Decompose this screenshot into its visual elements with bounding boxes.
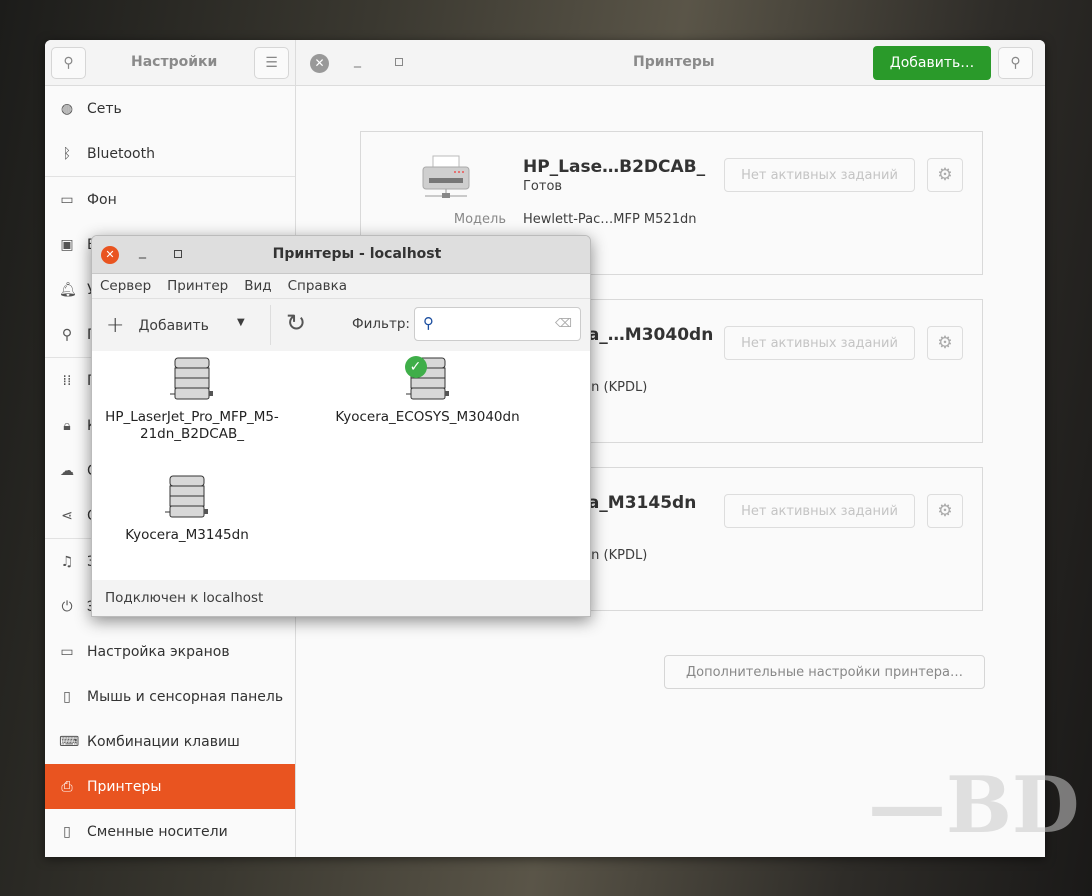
printer-settings-button[interactable]: ⚙: [927, 494, 963, 528]
sidebar-item-label: Сеть: [87, 100, 122, 117]
printer-item[interactable]: ✓ Kyocera_ECOSYS_M3040dn: [330, 356, 525, 426]
sidebar-item[interactable]: ◍ Сеть: [45, 86, 295, 131]
printer-item-name: Kyocera_M3145dn: [125, 527, 249, 543]
add-button[interactable]: + Добавить: [106, 313, 209, 338]
search-icon: ⚲: [423, 314, 434, 332]
printer-name: HP_Lase…B2DCAB_: [523, 157, 706, 177]
mouse-icon: ▯: [63, 688, 71, 705]
menu-item[interactable]: Принтер: [167, 278, 228, 294]
sidebar-item-label: Bluetooth: [87, 145, 155, 162]
sidebar-item[interactable]: ▭ Фон: [45, 177, 295, 222]
settings-title: Настройки: [131, 54, 218, 70]
add-printer-button[interactable]: Добавить…: [873, 46, 991, 80]
panel-header: ✕ _ Принтеры Добавить… ⚲: [296, 40, 1045, 86]
gear-icon: ⚙: [937, 333, 953, 353]
appearance-icon: ▣: [60, 236, 74, 253]
share-icon: ⋖: [61, 507, 73, 524]
sidebar-item[interactable]: ᛒ Bluetooth: [45, 131, 295, 176]
dropdown-arrow-icon[interactable]: ▼: [237, 317, 245, 328]
printer-item-name: HP_LaserJet_Pro_MFP_M5- 21dn_B2DCAB_: [105, 409, 279, 442]
model-label: Модель: [453, 212, 506, 227]
sidebar-item[interactable]: ⌨ Комбинации клавиш: [45, 719, 295, 764]
sidebar-item-label: Мышь и сенсорная панель: [87, 688, 284, 705]
filter-label: Фильтр:: [352, 316, 410, 332]
sidebar-item-label: Фон: [87, 191, 117, 208]
sidebar-item-label: Принтеры: [87, 778, 162, 795]
toolbar: + Добавить ▼ ↻ Фильтр: ⚲ ⌫: [92, 299, 590, 351]
printer-stack-icon: [169, 356, 215, 409]
jobs-button[interactable]: Нет активных заданий: [724, 326, 915, 360]
sidebar-item[interactable]: ▯ Сменные носители: [45, 809, 295, 854]
printer-settings-button[interactable]: ⚙: [927, 158, 963, 192]
jobs-button[interactable]: Нет активных заданий: [724, 158, 915, 192]
clear-icon[interactable]: ⌫: [555, 316, 572, 330]
sidebar-header: ⚲ Настройки ☰: [45, 40, 296, 86]
search-icon: ⚲: [61, 326, 73, 343]
removable-media-icon: ▯: [63, 823, 71, 840]
display-icon: ▭: [60, 643, 74, 660]
keyboard-icon: ⌨: [59, 733, 80, 750]
menu-item[interactable]: Вид: [244, 278, 271, 294]
printer-item[interactable]: HP_LaserJet_Pro_MFP_M5- 21dn_B2DCAB_: [97, 356, 287, 443]
sidebar-item[interactable]: ⎙ Принтеры: [45, 764, 295, 809]
search-icon: ⚲: [63, 55, 74, 71]
add-label: Добавить: [138, 317, 209, 334]
printer-icon: ⎙: [61, 778, 73, 795]
gear-icon: ⚙: [937, 165, 953, 185]
panel-search-button[interactable]: ⚲: [998, 47, 1033, 79]
model-value: Hewlett-Pac…MFP M521dn: [523, 212, 697, 227]
menu-button[interactable]: ☰: [254, 47, 289, 79]
watermark-logo: —BD: [868, 760, 1080, 851]
dialog-titlebar: ✕ _ Принтеры - localhost: [92, 236, 590, 274]
minimize-button[interactable]: _: [354, 52, 361, 68]
bluetooth-icon: ᛒ: [62, 145, 72, 162]
printer-icon: [421, 154, 471, 199]
bell-icon: 🔔︎: [59, 281, 77, 298]
printer-stack-icon: [164, 474, 210, 527]
cloud-icon: ☁: [60, 462, 74, 479]
power-icon: ⏻: [61, 598, 73, 615]
sidebar-item[interactable]: ▭ Настройка экранов: [45, 629, 295, 674]
sidebar-item-label: Комбинации клавиш: [87, 733, 240, 750]
printer-settings-button[interactable]: ⚙: [927, 326, 963, 360]
search-button[interactable]: ⚲: [51, 47, 86, 79]
filter-input[interactable]: ⚲ ⌫: [414, 307, 581, 341]
plus-icon: +: [106, 313, 125, 338]
background-icon: ▭: [60, 191, 74, 208]
printers-dialog: ✕ _ Принтеры - localhost Сервер Принтер Ви…: [91, 235, 591, 617]
printer-item-name: Kyocera_ECOSYS_M3040dn: [335, 409, 520, 425]
printer-stack-icon: ✓: [404, 356, 451, 409]
menubar: Сервер Принтер Вид Справка: [92, 274, 590, 299]
advanced-printer-settings-button[interactable]: Дополнительные настройки принтера…: [664, 655, 985, 689]
menu-item[interactable]: Сервер: [100, 278, 151, 294]
sidebar-item-label: Сменные носители: [87, 823, 228, 840]
sidebar-item-label: Настройка экранов: [87, 643, 230, 660]
dialog-title: Принтеры - localhost: [272, 246, 442, 262]
network-icon: ◍: [60, 100, 74, 117]
close-button[interactable]: ✕: [310, 54, 329, 73]
panel-title: Принтеры: [633, 54, 715, 70]
menu-item[interactable]: Справка: [288, 278, 347, 294]
printer-item[interactable]: Kyocera_M3145dn: [112, 474, 262, 544]
status-bar: Подключен к localhost: [92, 580, 590, 616]
sidebar-item[interactable]: ▯ Мышь и сенсорная панель: [45, 674, 295, 719]
maximize-button[interactable]: [395, 58, 403, 66]
jobs-button[interactable]: Нет активных заданий: [724, 494, 915, 528]
hamburger-icon: ☰: [265, 55, 278, 71]
printer-status: Готов: [523, 179, 563, 194]
apps-icon: ⁞⁞: [62, 372, 72, 389]
gear-icon: ⚙: [937, 501, 953, 521]
search-icon: ⚲: [1010, 55, 1021, 71]
printer-icon-view: HP_LaserJet_Pro_MFP_M5- 21dn_B2DCAB_ ✓ Kyo…: [92, 351, 590, 583]
refresh-icon[interactable]: ↻: [286, 309, 306, 337]
lock-icon: 🔒︎: [63, 417, 71, 434]
music-icon: ♫: [60, 553, 74, 570]
default-check-icon: ✓: [404, 356, 427, 378]
